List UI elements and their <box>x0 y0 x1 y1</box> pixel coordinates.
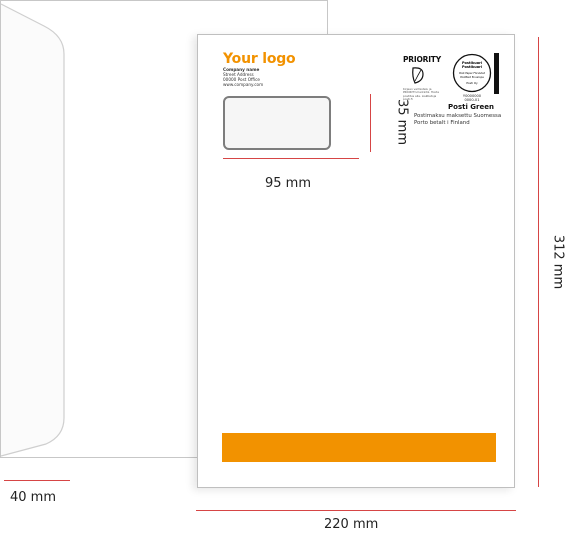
stamp-code-line2: 0000-01 <box>464 98 480 102</box>
logo-placeholder: Your logo <box>223 51 296 67</box>
sender-address: Company name Street Address 00000 Post O… <box>223 67 263 87</box>
postage-paid-stamp: Postikuori Postikuori Post Paper Förslut… <box>452 53 492 93</box>
stamp-code: Y0000000 0000-01 <box>457 94 487 102</box>
posti-green-label: Posti Green <box>448 103 494 111</box>
stamp-ring-line2: Postikuori <box>462 65 482 69</box>
window-height-label: 35 mm <box>394 98 410 146</box>
stamp-ring-line5: Posti Oy <box>466 81 478 85</box>
stamp-ring-line4: PostPaid Envelope <box>460 75 484 79</box>
window-height-line <box>370 94 371 152</box>
sender-web: www.company.com <box>223 82 264 87</box>
window-width-line <box>223 158 359 159</box>
flap-depth-line <box>4 480 70 481</box>
address-window <box>223 96 331 150</box>
orange-barcode-area <box>222 433 496 462</box>
postage-paid-sv: Porto betalt i Finland <box>414 120 470 126</box>
priority-leaf-icon <box>412 67 424 84</box>
postage-paid-fi: Postimaksu maksettu Suomessa <box>414 113 502 119</box>
stamp-bar <box>494 53 499 94</box>
envelope-width-label: 220 mm <box>324 517 379 532</box>
flap-depth-label: 40 mm <box>10 490 57 505</box>
priority-label: PRIORITY <box>403 55 441 64</box>
envelope-height-line <box>538 37 539 487</box>
envelope-width-line <box>196 510 516 511</box>
window-width-label: 95 mm <box>265 176 312 191</box>
stamp-ring-line3: Post Paper Förslutet <box>459 71 485 75</box>
front-envelope: Your logo Company name Street Address 00… <box>197 34 515 488</box>
envelope-height-label: 312 mm <box>550 234 566 290</box>
